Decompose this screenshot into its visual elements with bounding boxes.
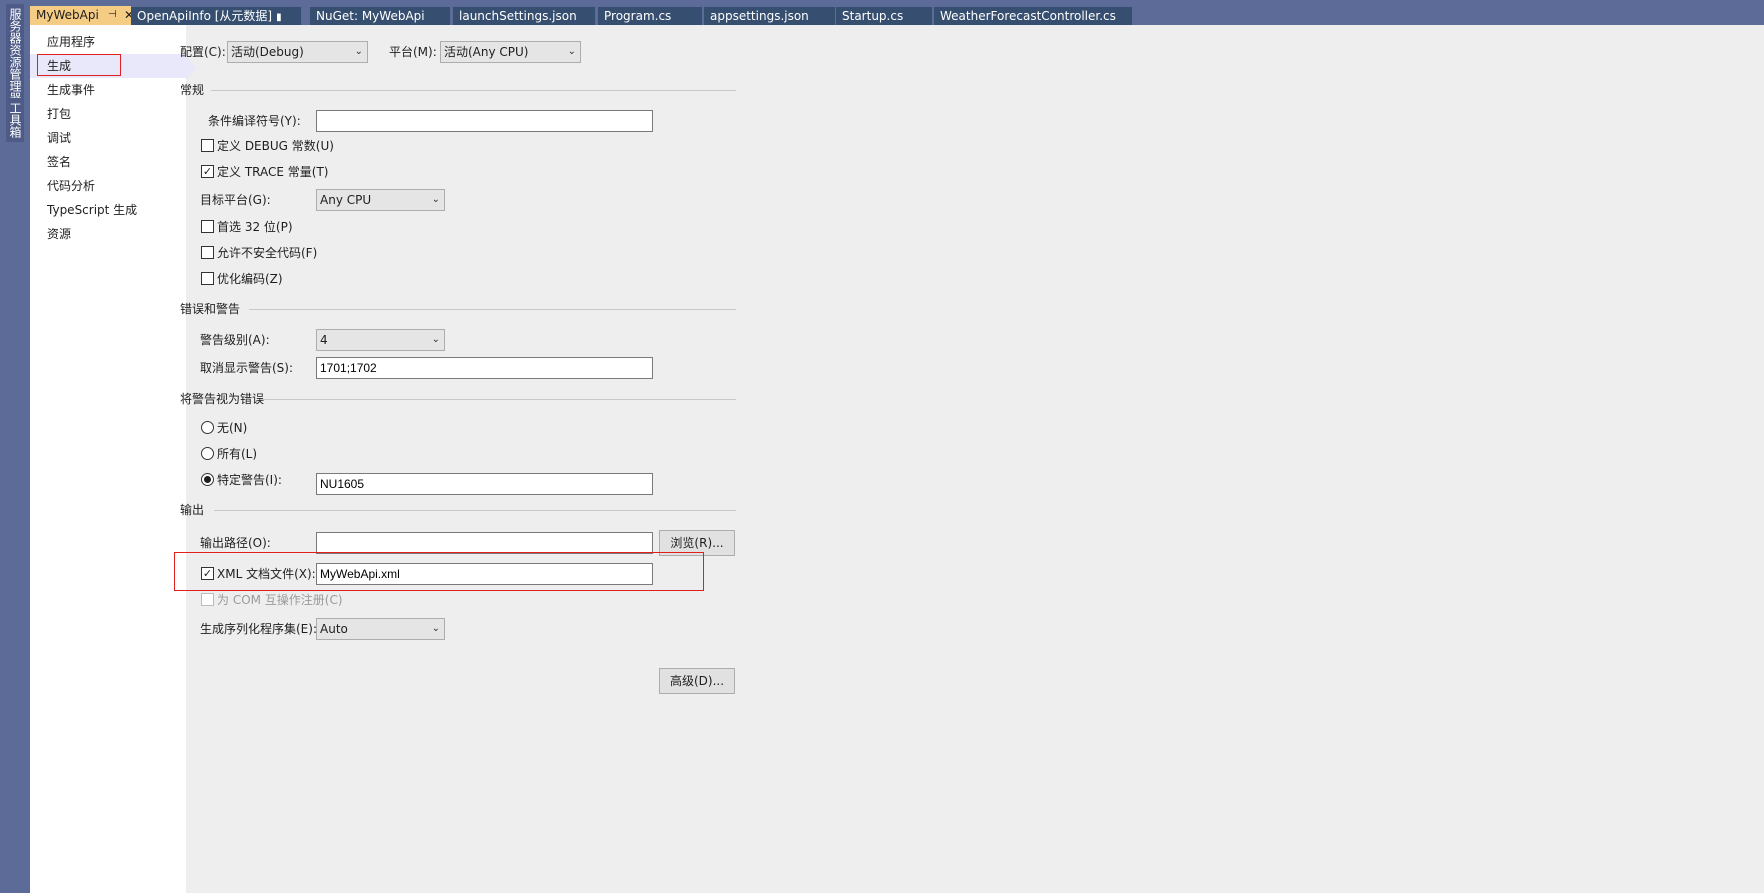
treat-warnings-specific-radio[interactable]: [201, 473, 214, 486]
advanced-button[interactable]: 高级(D)...: [659, 668, 735, 694]
general-divider: [211, 90, 736, 91]
tab-label: WeatherForecastController.cs: [940, 9, 1116, 23]
com-interop-label: 为 COM 互操作注册(C): [217, 593, 343, 607]
nav-item-application[interactable]: 应用程序: [30, 30, 186, 54]
treat-warnings-specific-label: 特定警告(I):: [217, 473, 282, 487]
output-divider: [214, 510, 736, 511]
chevron-down-icon: ⌄: [431, 623, 440, 634]
platform-dropdown[interactable]: 活动(Any CPU) ⌄: [440, 41, 581, 63]
nav-item-build[interactable]: 生成: [30, 54, 186, 78]
tab-openapiinfo[interactable]: OpenApiInfo [从元数据] ▮: [131, 7, 301, 25]
specific-warnings-input[interactable]: [316, 473, 653, 495]
tab-launchsettings[interactable]: launchSettings.json: [453, 7, 595, 25]
tab-label: Startup.cs: [842, 9, 904, 23]
document-tab-bar: MyWebApi ⊣ ✕ OpenApiInfo [从元数据] ▮ NuGet: …: [30, 0, 1764, 25]
define-trace-checkbox[interactable]: ✓: [201, 165, 214, 178]
tab-label: MyWebApi: [36, 8, 99, 22]
define-debug-checkbox[interactable]: [201, 139, 214, 152]
serialization-dropdown[interactable]: Auto ⌄: [316, 618, 445, 640]
tab-label: NuGet: MyWebApi: [316, 9, 425, 23]
output-section-title: 输出: [180, 503, 205, 517]
warning-level-label: 警告级别(A):: [200, 333, 270, 347]
config-label: 配置(C):: [180, 45, 226, 59]
chevron-down-icon: ⌄: [431, 334, 440, 345]
tab-label: launchSettings.json: [459, 9, 577, 23]
nav-item-package[interactable]: 打包: [30, 102, 186, 126]
nav-item-typescript-build[interactable]: TypeScript 生成: [30, 198, 186, 222]
nav-item-resources[interactable]: 资源: [30, 222, 186, 246]
treat-warnings-all-radio[interactable]: [201, 447, 214, 460]
allow-unsafe-checkbox[interactable]: [201, 246, 214, 259]
warning-level-value: 4: [320, 333, 328, 347]
define-trace-label: 定义 TRACE 常量(T): [217, 165, 329, 179]
toolbox-tab[interactable]: 工具箱: [6, 98, 24, 142]
close-icon[interactable]: ✕: [124, 6, 131, 24]
treat-warnings-none-label: 无(N): [217, 421, 248, 435]
target-platform-value: Any CPU: [320, 193, 372, 207]
tab-label: OpenApiInfo [从元数据]: [137, 9, 273, 23]
side-tool-strip: 服务器资源管理器 工具箱: [0, 0, 30, 893]
chevron-down-icon: ⌄: [567, 46, 576, 57]
nav-item-code-analysis[interactable]: 代码分析: [30, 174, 186, 198]
treat-warnings-all-label: 所有(L): [217, 447, 258, 461]
tab-mywebapi[interactable]: MyWebApi ⊣ ✕: [30, 6, 131, 25]
tab-nuget[interactable]: NuGet: MyWebApi: [310, 7, 450, 25]
general-section-title: 常规: [180, 83, 205, 97]
prefer-32bit-checkbox[interactable]: [201, 220, 214, 233]
config-dropdown[interactable]: 活动(Debug) ⌄: [227, 41, 368, 63]
tab-weatherforecastcontroller[interactable]: WeatherForecastController.cs: [934, 7, 1132, 25]
treat-warnings-none-radio[interactable]: [201, 421, 214, 434]
optimize-code-label: 优化编码(Z): [217, 272, 283, 286]
nav-item-signing[interactable]: 签名: [30, 150, 186, 174]
errors-section-title: 错误和警告: [180, 302, 241, 316]
define-debug-label: 定义 DEBUG 常数(U): [217, 139, 334, 153]
tab-startup[interactable]: Startup.cs: [836, 7, 932, 25]
platform-label: 平台(M):: [389, 45, 437, 59]
suppress-warnings-label: 取消显示警告(S):: [200, 361, 294, 375]
suppress-warnings-input[interactable]: [316, 357, 653, 379]
chevron-down-icon: ⌄: [354, 46, 363, 57]
output-path-input[interactable]: [316, 532, 653, 554]
conditional-symbols-label: 条件编译符号(Y):: [208, 114, 301, 128]
tab-label: Program.cs: [604, 9, 672, 23]
tab-program[interactable]: Program.cs: [598, 7, 702, 25]
optimize-code-checkbox[interactable]: [201, 272, 214, 285]
xml-doc-checkbox[interactable]: ✓: [201, 567, 214, 580]
browse-button[interactable]: 浏览(R)...: [659, 530, 735, 556]
xml-doc-label: XML 文档文件(X):: [217, 567, 316, 581]
prefer-32bit-label: 首选 32 位(P): [217, 220, 293, 234]
allow-unsafe-label: 允许不安全代码(F): [217, 246, 318, 260]
errors-divider: [249, 309, 736, 310]
server-explorer-tab[interactable]: 服务器资源管理器: [6, 4, 24, 108]
treat-warnings-divider: [261, 399, 736, 400]
chevron-down-icon: ⌄: [431, 194, 440, 205]
xml-doc-input[interactable]: [316, 563, 653, 585]
project-properties-page: 应用程序 生成 生成事件 打包 调试 签名 代码分析 TypeScript 生成…: [30, 25, 1764, 893]
platform-value: 活动(Any CPU): [444, 45, 529, 59]
tab-label: appsettings.json: [710, 9, 809, 23]
radio-selected-dot: [204, 476, 211, 483]
lock-icon: ▮: [276, 12, 282, 23]
nav-item-build-events[interactable]: 生成事件: [30, 78, 186, 102]
serialization-label: 生成序列化程序集(E):: [200, 622, 317, 636]
output-path-label: 输出路径(O):: [200, 536, 271, 550]
properties-nav: 应用程序 生成 生成事件 打包 调试 签名 代码分析 TypeScript 生成…: [30, 25, 186, 893]
treat-warnings-section-title: 将警告视为错误: [180, 392, 265, 406]
pin-icon[interactable]: ⊣: [108, 6, 117, 24]
conditional-symbols-input[interactable]: [316, 110, 653, 132]
target-platform-label: 目标平台(G):: [200, 193, 271, 207]
serialization-value: Auto: [320, 622, 348, 636]
warning-level-dropdown[interactable]: 4 ⌄: [316, 329, 445, 351]
com-interop-checkbox: [201, 593, 214, 606]
config-value: 活动(Debug): [231, 45, 304, 59]
nav-item-debug[interactable]: 调试: [30, 126, 186, 150]
target-platform-dropdown[interactable]: Any CPU ⌄: [316, 189, 445, 211]
tab-appsettings[interactable]: appsettings.json: [704, 7, 835, 25]
